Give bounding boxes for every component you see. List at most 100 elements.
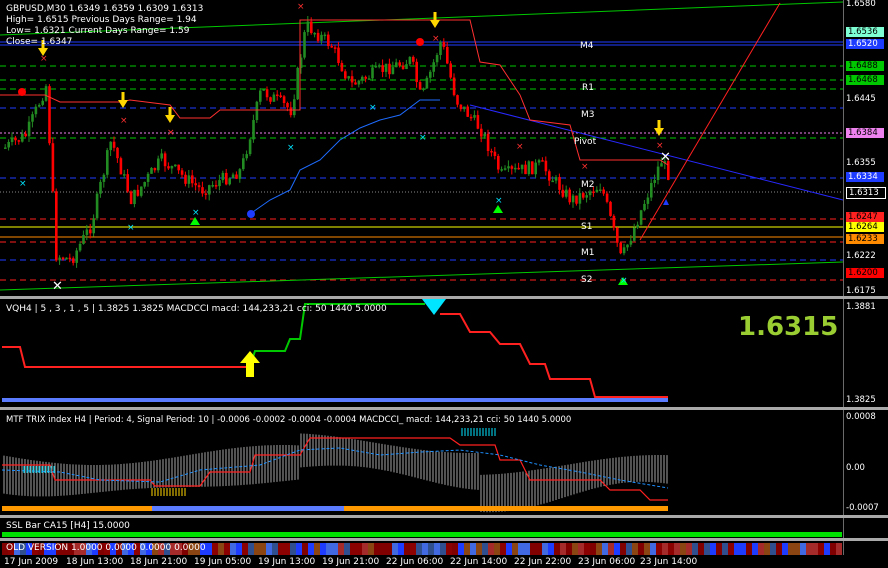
- old-version-block: [314, 543, 320, 555]
- old-version-block: [560, 543, 566, 555]
- candle-body: [602, 189, 605, 194]
- old-version-block: [488, 543, 494, 555]
- old-version-block: [710, 543, 716, 555]
- old-version-block: [758, 543, 764, 555]
- down-arrow-yellow: [165, 115, 175, 123]
- down-arrow-yellow: [118, 100, 128, 108]
- time-tick: 18 Jun 21:00: [130, 557, 188, 567]
- red-dot: [416, 38, 424, 46]
- candle-body: [544, 160, 548, 172]
- red-cross-mark: ×: [581, 162, 589, 172]
- candle-body: [473, 115, 476, 118]
- old-version-block: [590, 543, 596, 555]
- candle-body: [616, 227, 619, 243]
- candle-body: [344, 71, 347, 79]
- candle-body: [514, 167, 517, 170]
- candle-body: [388, 63, 391, 75]
- y-tick: 0.00: [846, 463, 865, 473]
- candle-body: [133, 189, 136, 205]
- old-version-block: [734, 543, 740, 555]
- candle-body: [510, 166, 514, 169]
- trix-pane[interactable]: MTF TRIX index H4 | Period: 4, Signal Pe…: [0, 410, 888, 515]
- old-version-pane[interactable]: OLD VERSION 1.0000 0.0000 0.0000 0.0000: [0, 541, 888, 555]
- candle-body: [160, 153, 163, 159]
- candle-body: [225, 172, 228, 185]
- y-tick: 1.3825: [846, 395, 876, 405]
- candle-body: [119, 158, 123, 175]
- candle-body: [517, 167, 520, 170]
- candle-body: [204, 193, 208, 195]
- old-version-block: [440, 543, 446, 555]
- ssl-pane[interactable]: SSL Bar CA15 [H4] 15.0000: [0, 518, 888, 538]
- candle-body: [180, 170, 184, 175]
- old-version-block: [500, 543, 506, 555]
- level-m3: M3: [581, 110, 595, 120]
- candle-body: [425, 77, 429, 89]
- candle-body: [565, 189, 568, 197]
- old-version-block: [644, 543, 650, 555]
- red-dot: [18, 88, 26, 96]
- candle-body: [31, 114, 34, 122]
- white-x-mark: ✕: [660, 150, 671, 165]
- y-tick: -0.0007: [846, 503, 879, 513]
- red-cross-mark: ×: [297, 2, 305, 12]
- candle-body: [78, 243, 82, 251]
- candle-body: [548, 171, 551, 181]
- vqh-title: VQH4 | 5 , 3 , 1 , 5 | 1.3825 1.3825 MAC…: [6, 304, 387, 314]
- candle-body: [279, 95, 282, 97]
- candle-body: [187, 175, 191, 184]
- old-version-block: [296, 543, 302, 555]
- old-version-block: [668, 543, 674, 555]
- candle-body: [456, 95, 459, 105]
- candle-body: [27, 121, 31, 137]
- old-version-block: [230, 543, 236, 555]
- old-version-block: [248, 543, 254, 555]
- time-tick: 19 Jun 05:00: [194, 557, 252, 567]
- old-version-block: [596, 543, 602, 555]
- ssl-title: SSL Bar CA15 [H4] 15.0000: [6, 521, 130, 531]
- candle-body: [316, 32, 320, 41]
- candle-body: [551, 180, 554, 183]
- candle-body: [371, 67, 374, 79]
- candle-body: [231, 174, 235, 179]
- candle-body: [534, 162, 537, 175]
- candle-body: [452, 77, 456, 96]
- candle-body: [490, 150, 493, 153]
- cyan-cross-mark: ×: [620, 276, 628, 286]
- candle-body: [123, 174, 126, 176]
- trix-axis: [843, 410, 844, 515]
- main-chart-pane[interactable]: × × × × × × × × × × × × × × × × ✕ ✕ GBPUSD,M30 1.6349 1.6…: [0, 0, 888, 296]
- trix-orange-bar: [344, 506, 668, 511]
- candle-body: [554, 177, 558, 181]
- cyan-cross-mark: ×: [127, 223, 135, 233]
- candle-body: [633, 227, 636, 241]
- old-version-block: [728, 543, 734, 555]
- vqh-up-arrow-stem: [246, 363, 254, 377]
- candle-body: [51, 143, 55, 192]
- candle-body: [568, 189, 571, 203]
- old-version-block: [464, 543, 470, 555]
- candle-body: [571, 195, 575, 203]
- candle-body: [626, 244, 629, 248]
- cyan-cross-mark: ×: [419, 133, 427, 143]
- old-version-block: [278, 543, 284, 555]
- old-version-block: [566, 543, 572, 555]
- candle-body: [483, 133, 486, 137]
- candle-body: [140, 186, 143, 196]
- old-version-block: [452, 543, 458, 555]
- old-version-block: [662, 543, 668, 555]
- candle-body: [639, 210, 643, 225]
- up-arrow-green: [493, 205, 503, 213]
- old-version-block: [656, 543, 662, 555]
- old-version-block: [326, 543, 332, 555]
- candle-body: [374, 65, 378, 68]
- cyan-cross-mark: ×: [192, 208, 200, 218]
- y-tick: 1.6445: [846, 94, 876, 104]
- time-axis: 17 Jun 2009 18 Jun 13:00 18 Jun 21:00 19…: [0, 555, 888, 568]
- white-x-mark: ✕: [52, 279, 63, 294]
- candle-body: [459, 104, 463, 110]
- old-version-block: [332, 543, 338, 555]
- candle-body: [585, 195, 588, 198]
- candle-body: [337, 47, 340, 63]
- old-version-block: [290, 543, 296, 555]
